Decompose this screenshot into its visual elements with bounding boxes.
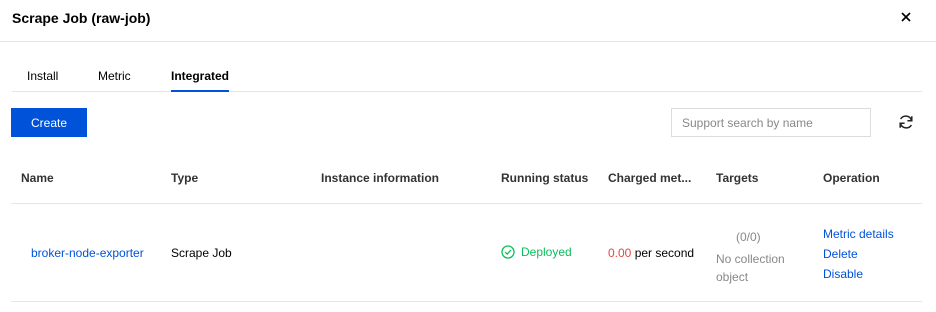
disable-link[interactable]: Disable: [823, 267, 863, 281]
table-row: broker-node-exporter Scrape Job Deployed…: [11, 204, 922, 302]
charged-unit: per second: [634, 246, 695, 260]
close-icon[interactable]: [897, 8, 915, 26]
dialog-header: Scrape Job (raw-job): [0, 0, 936, 42]
column-name: Name: [21, 171, 54, 185]
targets-note-line1: No collection: [716, 252, 785, 266]
refresh-icon[interactable]: [897, 113, 915, 131]
tab-integrated[interactable]: Integrated: [171, 69, 230, 92]
metric-details-link[interactable]: Metric details: [823, 227, 894, 241]
status-badge: Deployed: [501, 245, 572, 259]
column-instance-information: Instance information: [321, 171, 440, 185]
status-text: Deployed: [521, 245, 572, 259]
targets-note-line2: object: [716, 270, 749, 284]
charged-metrics: 0.00 per second: [608, 246, 694, 260]
delete-link[interactable]: Delete: [823, 247, 858, 261]
column-type: Type: [171, 171, 199, 185]
check-circle-icon: [501, 245, 515, 259]
column-operation: Operation: [823, 171, 880, 185]
create-button[interactable]: Create: [11, 108, 87, 137]
tab-metric[interactable]: Metric: [98, 69, 131, 92]
charged-value: 0.00: [608, 246, 632, 260]
table-header: Name Type Instance information Running s…: [11, 155, 922, 204]
column-running-status: Running status: [501, 171, 589, 185]
tab-bar: Install Metric Integrated: [12, 57, 922, 92]
search-input[interactable]: [671, 108, 871, 137]
job-type: Scrape Job: [171, 246, 232, 260]
tab-install[interactable]: Install: [27, 69, 58, 92]
dialog-title: Scrape Job (raw-job): [12, 10, 151, 26]
column-charged-metrics: Charged met...: [608, 171, 692, 185]
column-targets: Targets: [716, 171, 759, 185]
job-name-link[interactable]: broker-node-exporter: [31, 246, 144, 260]
targets-count: (0/0): [736, 230, 761, 244]
